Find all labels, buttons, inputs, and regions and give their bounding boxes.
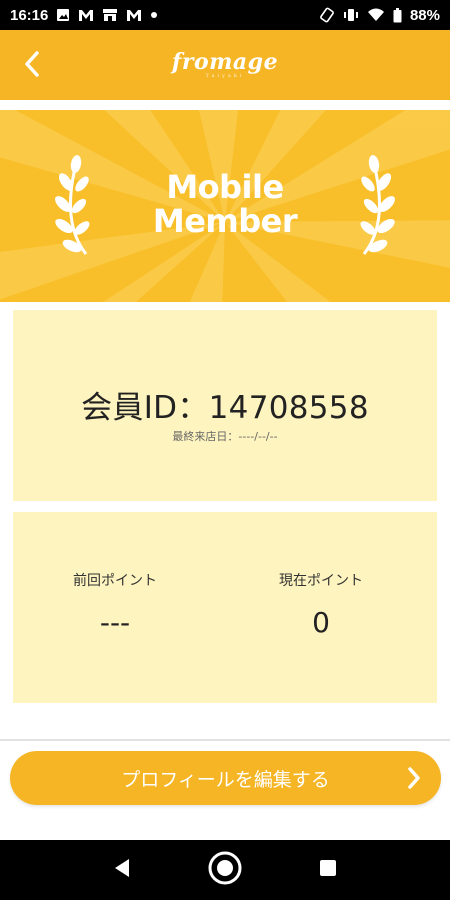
divider [0,739,450,741]
wifi-icon [367,8,385,22]
member-hero-banner: Mobile Member [0,110,450,302]
status-right: 88% [319,7,440,24]
nav-back-button[interactable] [100,848,144,892]
image-icon [56,8,70,22]
points-panel: 前回ポイント --- 現在ポイント 0 [13,512,437,703]
nav-recents-icon [318,858,338,882]
laurel-icon [354,154,398,262]
nav-home-icon [207,850,243,890]
nav-back-icon [112,857,132,883]
member-id: 会員ID：14708558 [81,390,369,426]
gmail-icon [78,9,94,22]
member-id-panel: 会員ID：14708558 最終来店日：----/--/-- [13,310,437,501]
battery-level: 88% [409,6,440,24]
back-button[interactable] [14,48,50,84]
rotate-icon [319,7,335,23]
current-points-label: 現在ポイント [279,573,363,589]
chevron-left-icon [22,50,42,82]
last-visit-date: 最終来店日：----/--/-- [172,430,278,443]
status-time: 16:16 [10,6,49,24]
previous-points-value: --- [99,606,131,639]
edit-profile-label: プロフィールを編集する [121,768,330,791]
status-bar: 16:16 88% [0,0,450,30]
brand-logo: fromage Taiyaki [172,51,278,79]
edit-profile-button[interactable]: プロフィールを編集する [10,751,441,805]
app-header: fromage Taiyaki [0,30,450,100]
brand-subtitle: Taiyaki [205,73,245,79]
brand-name: fromage [171,49,279,75]
nav-recents-button[interactable] [306,848,350,892]
previous-points: 前回ポイント --- [25,570,205,639]
battery-icon [393,7,402,23]
vibrate-icon [343,8,359,22]
status-left: 16:16 [10,7,158,24]
nav-home-button[interactable] [203,848,247,892]
dot-icon [150,11,158,19]
chevron-right-icon [405,765,423,795]
store-icon [102,8,118,22]
system-nav-bar [0,840,450,900]
gmail-icon [126,9,142,22]
header-spacer [0,100,450,110]
current-points-value: 0 [312,606,330,639]
previous-points-label: 前回ポイント [73,573,157,589]
current-points: 現在ポイント 0 [231,570,411,639]
